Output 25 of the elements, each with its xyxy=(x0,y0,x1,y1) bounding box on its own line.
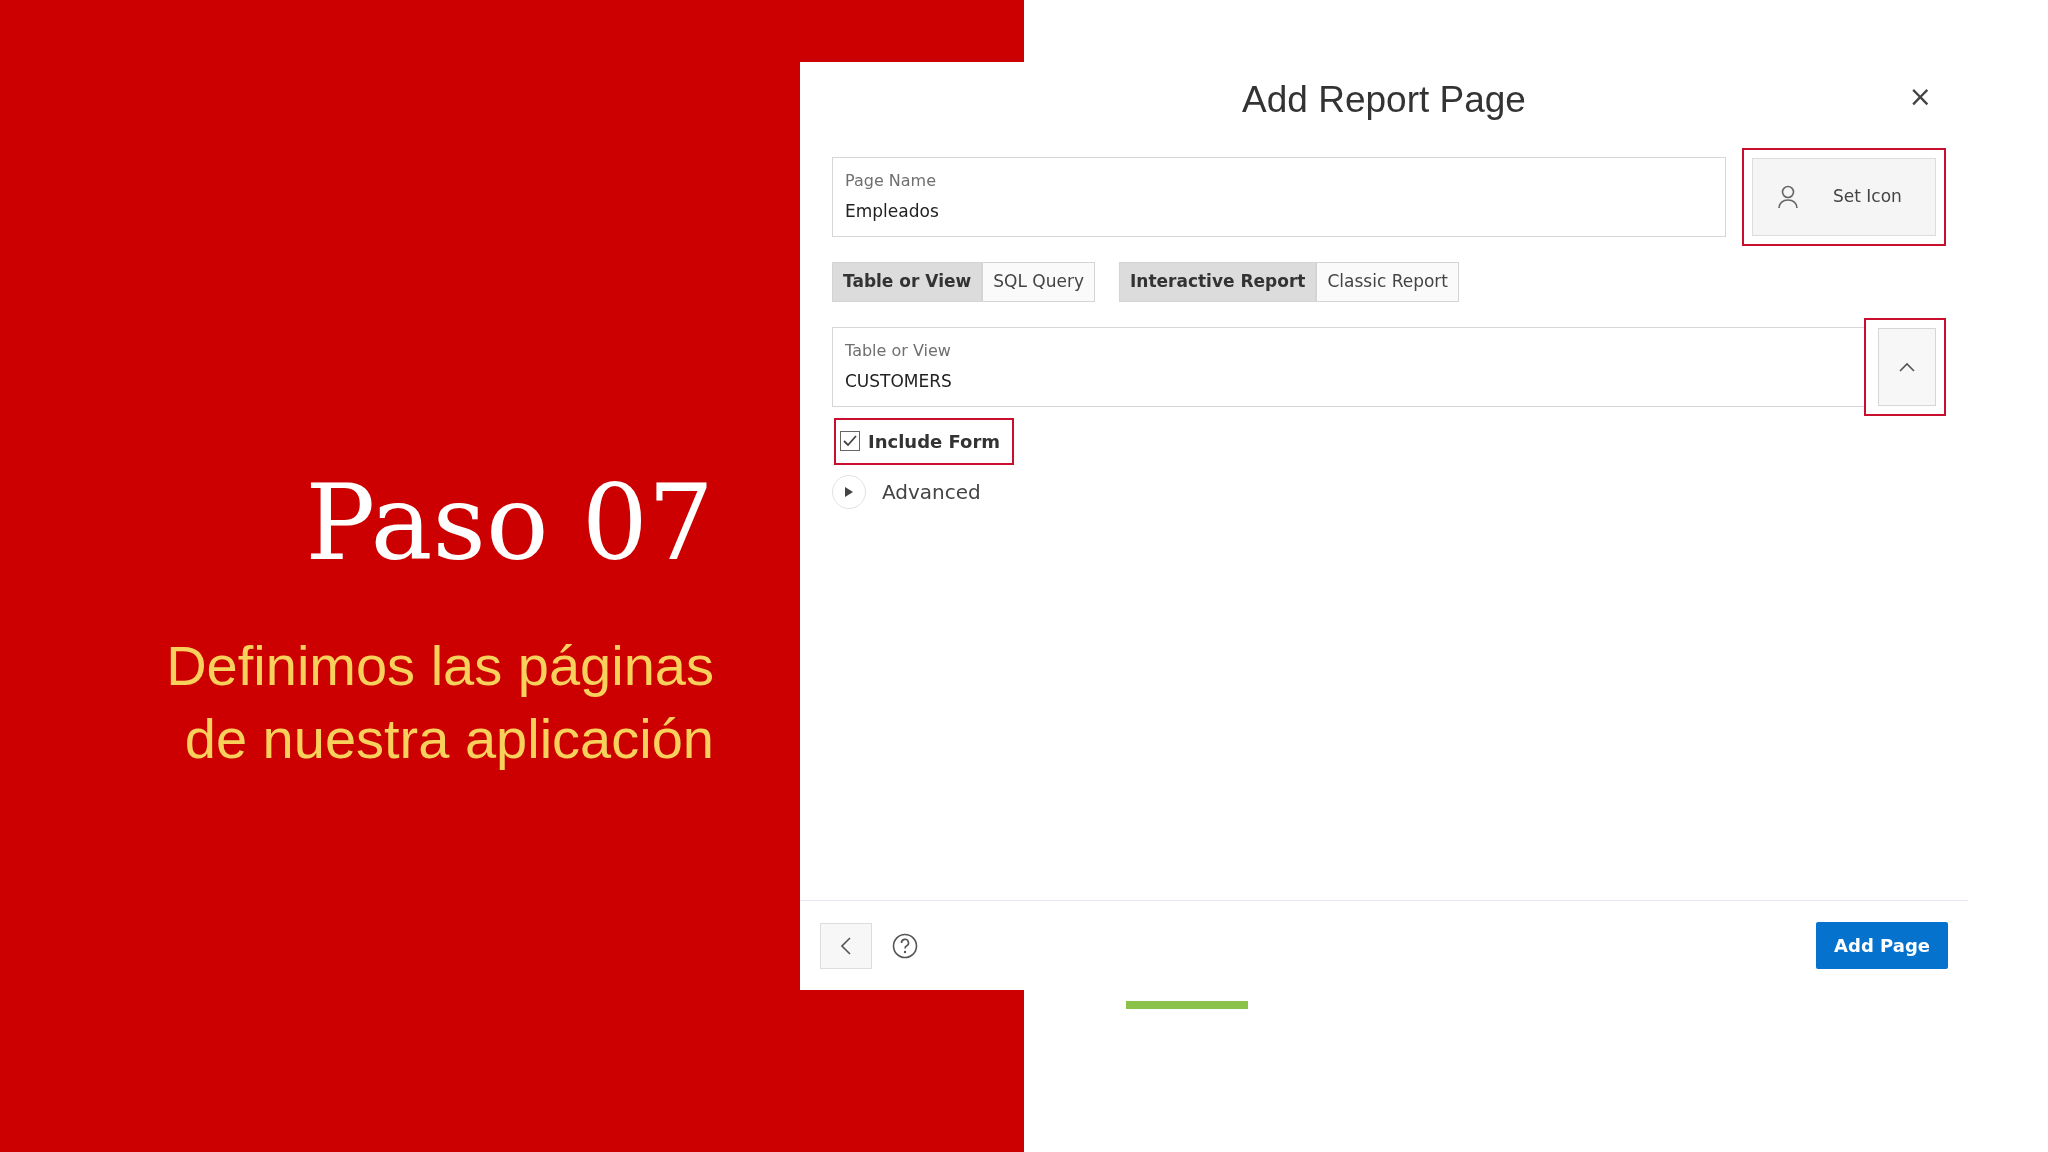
close-button[interactable]: × xyxy=(1902,80,1938,114)
field-label: Table or View xyxy=(845,339,952,362)
toggle-option[interactable]: Interactive Report xyxy=(1118,262,1317,302)
input-field[interactable]: CUSTOMERS xyxy=(845,368,1852,395)
chevron-left-icon xyxy=(841,936,851,955)
slide-title: Paso 07 xyxy=(305,466,714,581)
field-label: Page Name xyxy=(845,170,938,193)
input-field[interactable]: Empleados xyxy=(845,199,1713,225)
toggle-option[interactable]: Classic Report xyxy=(1316,262,1459,302)
expand-toggle[interactable] xyxy=(832,474,866,509)
user-icon xyxy=(1777,185,1799,209)
include-form-checkbox[interactable]: Include Form xyxy=(840,423,1009,459)
text-field[interactable]: Page Name Empleados xyxy=(832,157,1726,237)
add-page-button[interactable]: Add Page xyxy=(1816,922,1948,969)
chevron-up-icon xyxy=(1899,361,1915,372)
set-icon-button[interactable]: Set Icon xyxy=(1752,158,1936,236)
dialog-title: Add Report Page xyxy=(1242,78,1526,123)
toggle-option[interactable]: SQL Query xyxy=(982,262,1095,302)
toggle-option[interactable]: Table or View xyxy=(832,262,983,302)
caret-right-icon xyxy=(844,485,854,498)
text-field[interactable]: Table or View CUSTOMERS xyxy=(832,326,1864,407)
slide-subtitle: Definimos las páginas de nuestra aplicación xyxy=(165,633,714,773)
checkbox[interactable] xyxy=(840,431,860,451)
section-label: Advanced xyxy=(882,478,981,506)
help-icon[interactable] xyxy=(892,932,918,959)
